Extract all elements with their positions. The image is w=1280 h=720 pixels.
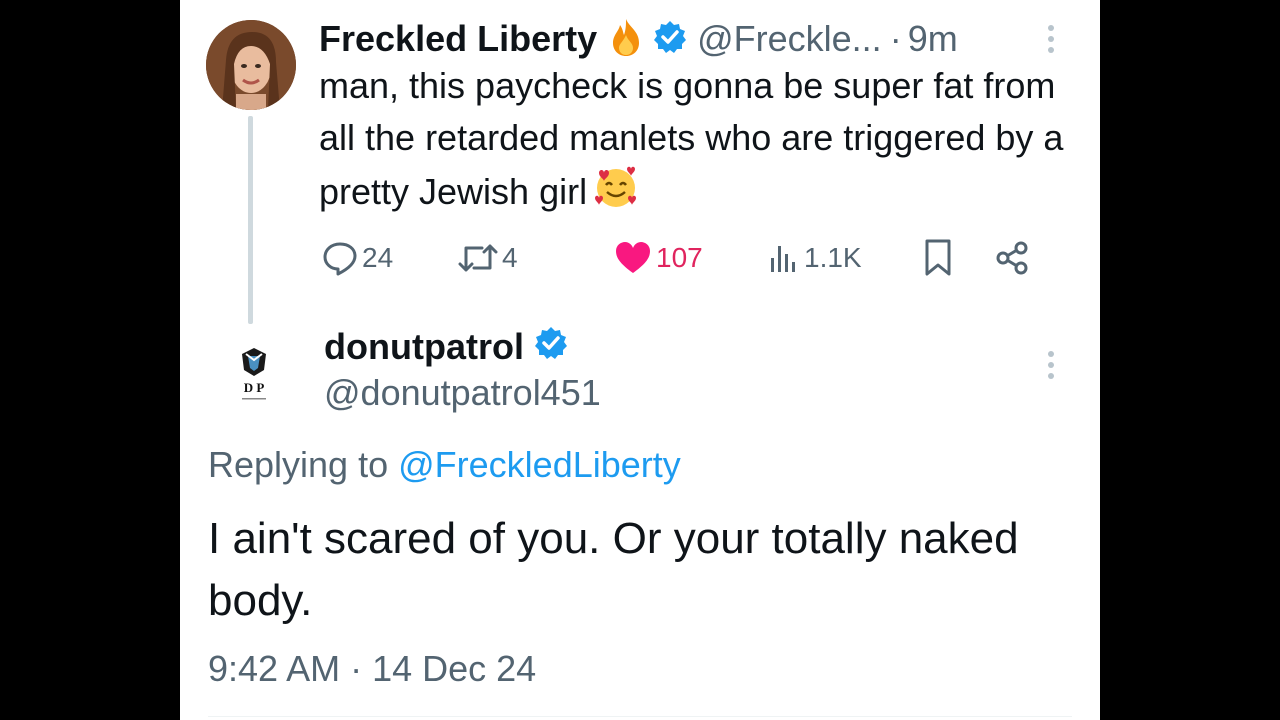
more-options-icon[interactable] bbox=[1046, 24, 1056, 59]
more-options-icon[interactable] bbox=[1046, 350, 1056, 385]
verified-badge-icon bbox=[534, 326, 568, 369]
views-button[interactable]: 1.1K bbox=[768, 236, 862, 280]
views-icon bbox=[771, 246, 795, 272]
author-handle[interactable]: @Freckle... bbox=[697, 18, 882, 60]
tweet1-body: man, this paycheck is gonna be super fat… bbox=[319, 65, 1064, 212]
replying-mention-link[interactable]: @FreckledLiberty bbox=[398, 444, 681, 485]
reply-icon bbox=[323, 242, 357, 276]
post-detail-panel: Freckled Liberty @Freckle... · 9m man, t… bbox=[180, 0, 1100, 720]
like-icon bbox=[616, 242, 650, 273]
freckled-liberty-avatar[interactable] bbox=[206, 20, 296, 110]
tweet1-text: man, this paycheck is gonna be super fat… bbox=[319, 60, 1079, 224]
tweet1-action-bar: 24 4 107 1.1K bbox=[322, 236, 1062, 280]
author-name[interactable]: Freckled Liberty bbox=[319, 18, 597, 60]
dp-logo-icon: D P bbox=[242, 348, 266, 400]
avatar-portrait bbox=[206, 20, 296, 110]
repost-icon bbox=[458, 244, 498, 272]
reply-button[interactable]: 24 bbox=[322, 236, 393, 280]
dp-logo-text: D P bbox=[244, 380, 265, 395]
thread-connector-line bbox=[248, 116, 253, 324]
reply-count: 24 bbox=[362, 242, 394, 273]
share-icon bbox=[996, 241, 1028, 275]
tweet2-text: I ain't scared of you. Or your totally n… bbox=[208, 514, 1019, 625]
author-name[interactable]: donutpatrol bbox=[324, 326, 524, 368]
tweet2-header: donutpatrol bbox=[324, 322, 568, 372]
replying-to-line: Replying to @FreckledLiberty bbox=[208, 444, 681, 486]
bookmark-icon bbox=[925, 239, 951, 276]
like-button[interactable]: 107 bbox=[614, 236, 703, 280]
repost-count: 4 bbox=[502, 242, 518, 273]
views-count: 1.1K bbox=[804, 242, 862, 273]
fire-emoji-icon bbox=[609, 17, 643, 62]
verified-badge-icon bbox=[653, 20, 687, 59]
share-button[interactable] bbox=[994, 236, 1034, 280]
smiling-face-with-hearts-emoji-icon bbox=[593, 164, 639, 224]
divider bbox=[208, 716, 1072, 717]
like-count: 107 bbox=[656, 242, 703, 273]
separator-dot: · bbox=[889, 18, 902, 59]
post-timestamp[interactable]: 9:42 AM · 14 Dec 24 bbox=[208, 648, 536, 690]
bookmark-button[interactable] bbox=[922, 236, 958, 280]
tweet1-header: Freckled Liberty @Freckle... · 9m bbox=[319, 14, 958, 64]
post-age[interactable]: 9m bbox=[908, 18, 958, 60]
donutpatrol-avatar[interactable]: D P bbox=[226, 346, 282, 406]
author-handle[interactable]: @donutpatrol451 bbox=[324, 372, 601, 414]
replying-prefix: Replying to bbox=[208, 444, 389, 485]
repost-button[interactable]: 4 bbox=[458, 236, 518, 280]
